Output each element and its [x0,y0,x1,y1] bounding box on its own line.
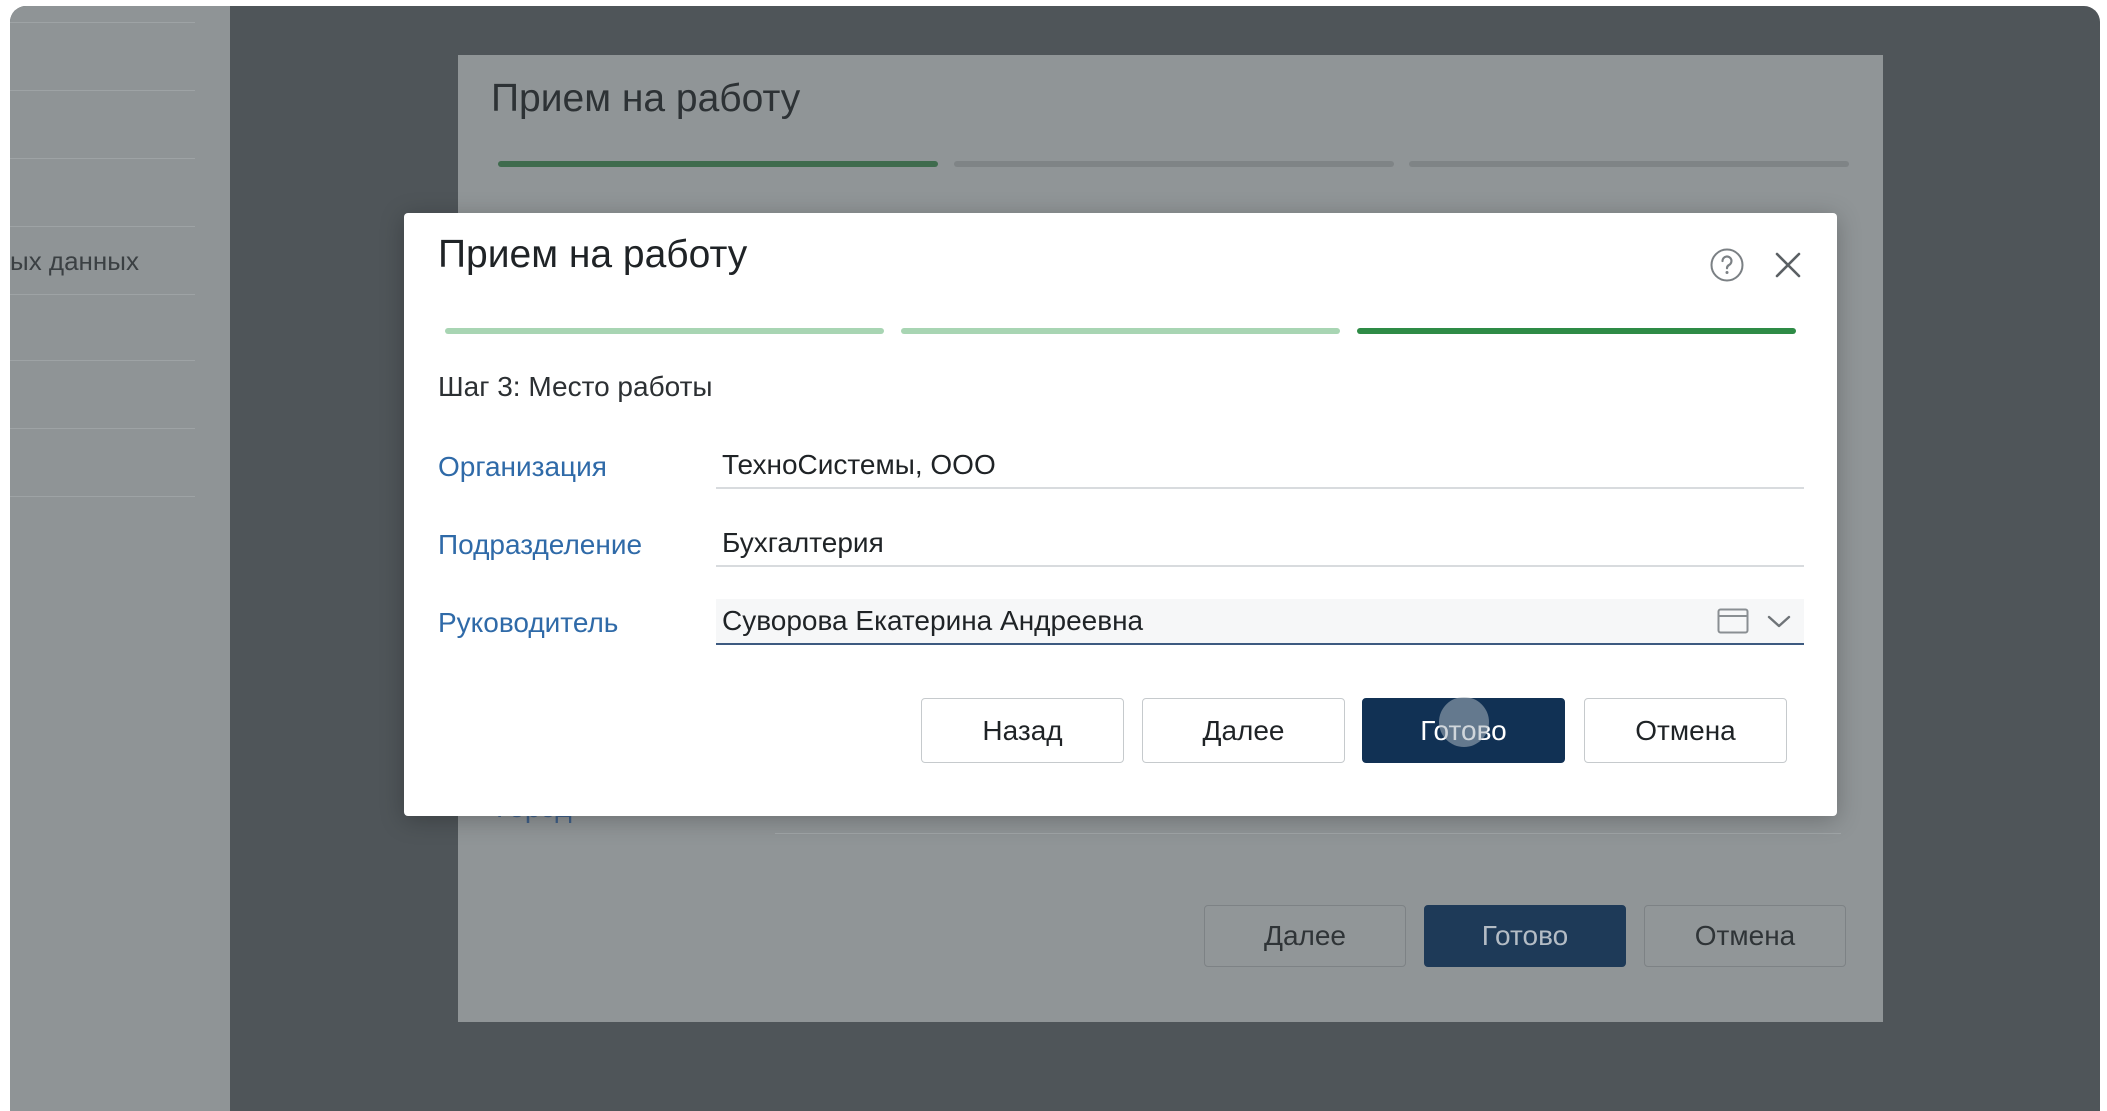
background-next-button: Далее [1204,905,1406,967]
sidebar-divider [10,294,195,295]
open-list-icon[interactable] [1716,605,1750,637]
background-done-button: Готово [1424,905,1626,967]
close-icon[interactable] [1768,245,1808,285]
question-circle-icon[interactable] [1707,245,1747,285]
department-label: Подразделение [438,529,643,560]
department-value: Бухгалтерия [722,527,884,558]
sidebar-divider [10,496,195,497]
progress-step-1 [445,328,884,334]
department-field[interactable]: Бухгалтерия [716,521,1804,567]
organization-label: Организация [438,451,607,482]
progress-step-2 [901,328,1340,334]
background-field-underline [775,833,1841,834]
sidebar-divider [10,158,195,159]
mouse-cursor-indicator [1439,697,1489,747]
next-button[interactable]: Далее [1142,698,1345,763]
hire-dialog: Прием на работу Шаг 3: Место работы Орга… [404,213,1837,816]
progress-step-3 [1357,328,1796,334]
background-progress-step-3 [1409,161,1849,167]
organization-value: ТехноСистемы, ООО [722,449,996,480]
background-progress-step-1 [498,161,938,167]
sidebar-divider [10,428,195,429]
background-cancel-button: Отмена [1644,905,1846,967]
sidebar-divider [10,360,195,361]
manager-value: Суворова Екатерина Андреевна [722,605,1144,636]
cancel-button[interactable]: Отмена [1584,698,1787,763]
back-button[interactable]: Назад [921,698,1124,763]
manager-label: Руководитель [438,607,619,638]
organization-field[interactable]: ТехноСистемы, ООО [716,443,1804,489]
chevron-down-icon[interactable] [1762,605,1796,637]
app-window: ых данных Прием на работу Город Далее Го… [10,6,2100,1111]
sidebar: ых данных [10,6,230,1111]
sidebar-divider [10,226,195,227]
background-dialog-title: Прием на работу [491,77,801,120]
sidebar-item-label: ых данных [10,246,139,276]
sidebar-divider [10,22,195,23]
manager-field[interactable]: Суворова Екатерина Андреевна [716,599,1804,645]
step-label: Шаг 3: Место работы [438,371,713,402]
background-progress-step-2 [954,161,1394,167]
dialog-title: Прием на работу [438,233,748,276]
sidebar-divider [10,90,195,91]
